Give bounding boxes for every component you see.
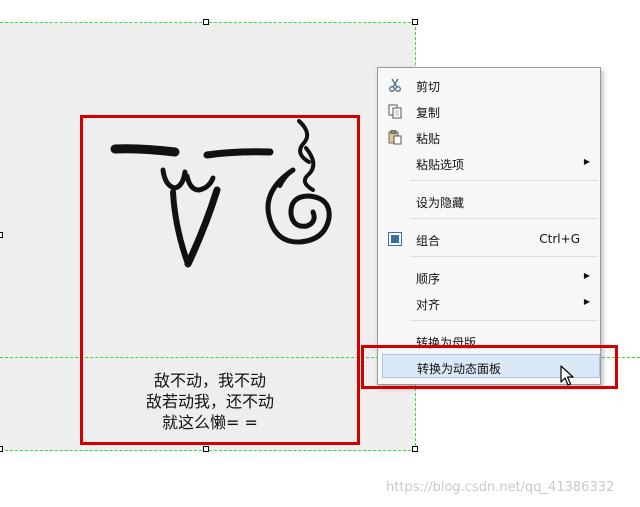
mouse-pointer-icon bbox=[560, 365, 574, 386]
menu-separator bbox=[410, 180, 598, 181]
menu-item-set-hidden[interactable]: 设为隐藏 bbox=[378, 189, 600, 213]
menu-item-paste-options[interactable]: 粘贴选项 ▶ bbox=[378, 151, 600, 175]
menu-item-label: 剪切 bbox=[416, 80, 441, 94]
resize-handle-left[interactable] bbox=[0, 232, 3, 238]
menu-separator bbox=[410, 320, 598, 321]
menu-item-order[interactable]: 顺序 ▶ bbox=[378, 265, 600, 289]
shortcut-label: Ctrl+G bbox=[539, 232, 580, 246]
menu-item-label: 组合 bbox=[416, 234, 441, 248]
resize-handle-top[interactable] bbox=[203, 19, 209, 25]
paste-icon bbox=[388, 130, 402, 145]
resize-handle-bottom-left[interactable] bbox=[0, 446, 3, 452]
submenu-arrow-icon: ▶ bbox=[583, 157, 590, 166]
menu-separator bbox=[410, 218, 598, 219]
resize-handle-bottom[interactable] bbox=[203, 446, 209, 452]
menu-item-label: 粘贴 bbox=[416, 132, 441, 146]
menu-item-align[interactable]: 对齐 ▶ bbox=[378, 291, 600, 315]
context-menu: 剪切 复制 粘贴 粘贴选项 ▶ 设为隐藏 组合 Ctrl+G 顺序 ▶ 对齐 ▶… bbox=[377, 67, 601, 385]
menu-item-copy[interactable]: 复制 bbox=[378, 99, 600, 123]
group-icon bbox=[388, 232, 402, 246]
menu-separator bbox=[410, 256, 598, 257]
menu-item-paste[interactable]: 粘贴 bbox=[378, 125, 600, 149]
submenu-arrow-icon: ▶ bbox=[583, 297, 590, 306]
menu-item-label: 复制 bbox=[416, 106, 441, 120]
image-highlight-frame bbox=[80, 115, 360, 445]
menu-item-cut[interactable]: 剪切 bbox=[378, 73, 600, 97]
resize-handle-bottom-right[interactable] bbox=[412, 446, 418, 452]
watermark-text: https://blog.csdn.net/qq_41386332 bbox=[386, 480, 615, 495]
resize-handle-top-right[interactable] bbox=[412, 19, 418, 25]
menu-item-label: 粘贴选项 bbox=[416, 158, 465, 172]
menu-highlight-frame bbox=[361, 345, 618, 389]
menu-item-label: 设为隐藏 bbox=[416, 196, 465, 210]
copy-icon bbox=[388, 104, 402, 119]
submenu-arrow-icon: ▶ bbox=[583, 271, 590, 280]
scissors-icon bbox=[389, 78, 401, 92]
menu-item-label: 对齐 bbox=[416, 298, 441, 312]
menu-item-group[interactable]: 组合 Ctrl+G bbox=[378, 227, 600, 251]
menu-item-label: 顺序 bbox=[416, 272, 441, 286]
